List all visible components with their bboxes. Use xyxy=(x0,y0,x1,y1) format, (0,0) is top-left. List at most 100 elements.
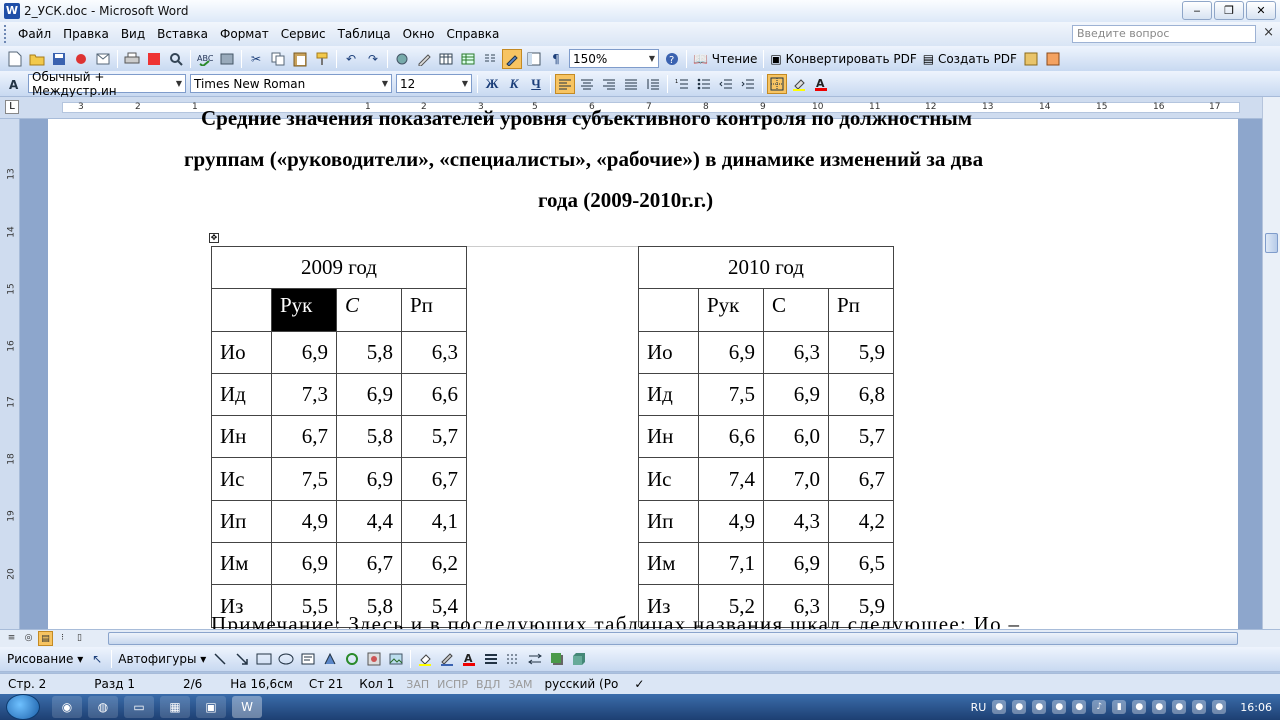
vertical-scrollbar[interactable] xyxy=(1262,97,1280,629)
vertical-ruler[interactable]: 13 14 15 16 17 18 19 20 xyxy=(0,119,20,629)
pdf-email-icon[interactable] xyxy=(1043,49,1063,69)
align-right-icon[interactable] xyxy=(599,74,619,94)
tray-app-icon[interactable]: ● xyxy=(1172,700,1187,714)
menu-tools[interactable]: Сервис xyxy=(275,27,332,41)
font-select[interactable]: Times New Roman ▼ xyxy=(190,74,392,93)
value-cell[interactable]: 6,3 xyxy=(401,330,467,374)
menu-insert[interactable]: Вставка xyxy=(151,27,214,41)
value-cell[interactable]: 4,9 xyxy=(698,499,764,544)
value-cell[interactable]: 6,7 xyxy=(401,457,467,501)
header-cell-s-2009[interactable]: С xyxy=(336,288,402,332)
value-cell[interactable]: 6,9 xyxy=(336,457,402,501)
value-cell[interactable]: 4,9 xyxy=(271,499,337,544)
drawing-menu-button[interactable]: Рисование ▾ xyxy=(4,652,86,666)
tray-app-icon[interactable]: ● xyxy=(992,700,1007,714)
borders-icon[interactable] xyxy=(767,73,787,94)
arrow-style-icon[interactable] xyxy=(525,649,545,669)
status-language[interactable]: русский (Ро xyxy=(536,677,626,691)
menu-edit[interactable]: Правка xyxy=(57,27,115,41)
table-cell[interactable] xyxy=(211,288,272,332)
line-style-icon[interactable] xyxy=(481,649,501,669)
horizontal-scrollbar[interactable]: ≡ ◎ ▤ ⁝ ▯ xyxy=(0,629,1280,647)
row-label[interactable]: Им xyxy=(638,542,699,586)
document-map-icon[interactable] xyxy=(524,49,544,69)
highlight-icon[interactable] xyxy=(789,74,809,94)
value-cell[interactable]: 7,4 xyxy=(698,457,764,501)
close-document-icon[interactable]: × xyxy=(1263,25,1274,40)
open-folder-icon[interactable] xyxy=(27,49,47,69)
paste-icon[interactable] xyxy=(290,49,310,69)
cut-icon[interactable]: ✂ xyxy=(246,49,266,69)
taskbar-app-icon[interactable]: ◉ xyxy=(52,696,82,718)
value-cell[interactable]: 4,2 xyxy=(828,499,894,544)
textbox-icon[interactable] xyxy=(298,649,318,669)
maximize-button[interactable]: ❐ xyxy=(1214,1,1244,20)
value-cell[interactable]: 6,6 xyxy=(401,372,467,417)
undo-icon[interactable]: ↶ xyxy=(341,49,361,69)
value-cell[interactable]: 6,9 xyxy=(336,372,402,417)
value-cell[interactable]: 6,5 xyxy=(828,542,894,586)
value-cell[interactable]: 5,9 xyxy=(828,330,894,374)
ask-question-input[interactable]: Введите вопрос xyxy=(1072,25,1256,43)
year-2009-cell[interactable]: 2009 год xyxy=(211,245,467,290)
value-cell[interactable]: 7,0 xyxy=(763,457,829,501)
tray-app-icon[interactable]: ● xyxy=(1132,700,1147,714)
value-cell[interactable]: 6,8 xyxy=(828,372,894,417)
rectangle-icon[interactable] xyxy=(254,649,274,669)
value-cell[interactable]: 6,7 xyxy=(271,415,337,459)
dash-style-icon[interactable] xyxy=(503,649,523,669)
save-icon[interactable] xyxy=(49,49,69,69)
font-size-select[interactable]: 12 ▼ xyxy=(396,74,472,93)
spelling-icon[interactable]: ABC xyxy=(195,49,215,69)
line-icon[interactable] xyxy=(210,649,230,669)
row-label[interactable]: Ип xyxy=(638,499,699,544)
zoom-select[interactable]: 150% ▼ xyxy=(569,49,659,68)
row-label[interactable]: Ид xyxy=(211,372,272,417)
line-spacing-icon[interactable] xyxy=(643,74,663,94)
tables-borders-icon[interactable] xyxy=(414,49,434,69)
value-cell[interactable]: 6,6 xyxy=(698,415,764,459)
value-cell[interactable]: 6,7 xyxy=(336,542,402,586)
value-cell[interactable]: 6,3 xyxy=(763,330,829,374)
columns-icon[interactable] xyxy=(480,49,500,69)
clock[interactable]: 16:06 xyxy=(1240,701,1272,714)
menu-view[interactable]: Вид xyxy=(115,27,151,41)
reading-view-icon[interactable]: ▯ xyxy=(72,631,87,646)
fill-color-icon[interactable] xyxy=(415,649,435,669)
value-cell[interactable]: 5,7 xyxy=(401,415,467,459)
value-cell[interactable]: 7,5 xyxy=(698,372,764,417)
italic-button[interactable]: К xyxy=(504,74,524,94)
copy-icon[interactable] xyxy=(268,49,288,69)
tray-app-icon[interactable]: ● xyxy=(1032,700,1047,714)
clipart-icon[interactable] xyxy=(364,649,384,669)
minimize-button[interactable]: ‒ xyxy=(1182,1,1212,20)
hyperlink-icon[interactable] xyxy=(392,49,412,69)
convert-pdf-button[interactable]: ▣ Конвертировать PDF xyxy=(767,52,919,66)
menu-file[interactable]: Файл xyxy=(12,27,57,41)
vertical-scroll-thumb[interactable] xyxy=(1265,233,1278,253)
oval-icon[interactable] xyxy=(276,649,296,669)
tray-app-icon[interactable]: ● xyxy=(1152,700,1167,714)
row-label[interactable]: Ин xyxy=(638,415,699,459)
taskbar-chrome-icon[interactable]: ◍ xyxy=(88,696,118,718)
horizontal-scroll-thumb[interactable] xyxy=(108,632,1238,645)
line-color-icon[interactable] xyxy=(437,649,457,669)
decrease-indent-icon[interactable] xyxy=(716,74,736,94)
year-2010-cell[interactable]: 2010 год xyxy=(638,245,894,290)
print-layout-icon[interactable]: ▤ xyxy=(38,631,53,646)
tray-app-icon[interactable]: ● xyxy=(1192,700,1207,714)
row-label[interactable]: Ин xyxy=(211,415,272,459)
increase-indent-icon[interactable] xyxy=(738,74,758,94)
row-label[interactable]: Ид xyxy=(638,372,699,417)
header-cell-ruk-2009[interactable]: Рук xyxy=(271,288,337,332)
diagram-icon[interactable] xyxy=(342,649,362,669)
bullets-icon[interactable] xyxy=(694,74,714,94)
insert-table-icon[interactable] xyxy=(436,49,456,69)
create-pdf-button[interactable]: ▤ Создать PDF xyxy=(920,52,1020,66)
start-button[interactable] xyxy=(6,694,40,720)
numbering-icon[interactable]: 1 xyxy=(672,74,692,94)
web-view-icon[interactable]: ◎ xyxy=(21,631,36,646)
volume-icon[interactable]: ♪ xyxy=(1092,700,1107,714)
value-cell[interactable]: 5,8 xyxy=(336,330,402,374)
email-icon[interactable] xyxy=(93,49,113,69)
